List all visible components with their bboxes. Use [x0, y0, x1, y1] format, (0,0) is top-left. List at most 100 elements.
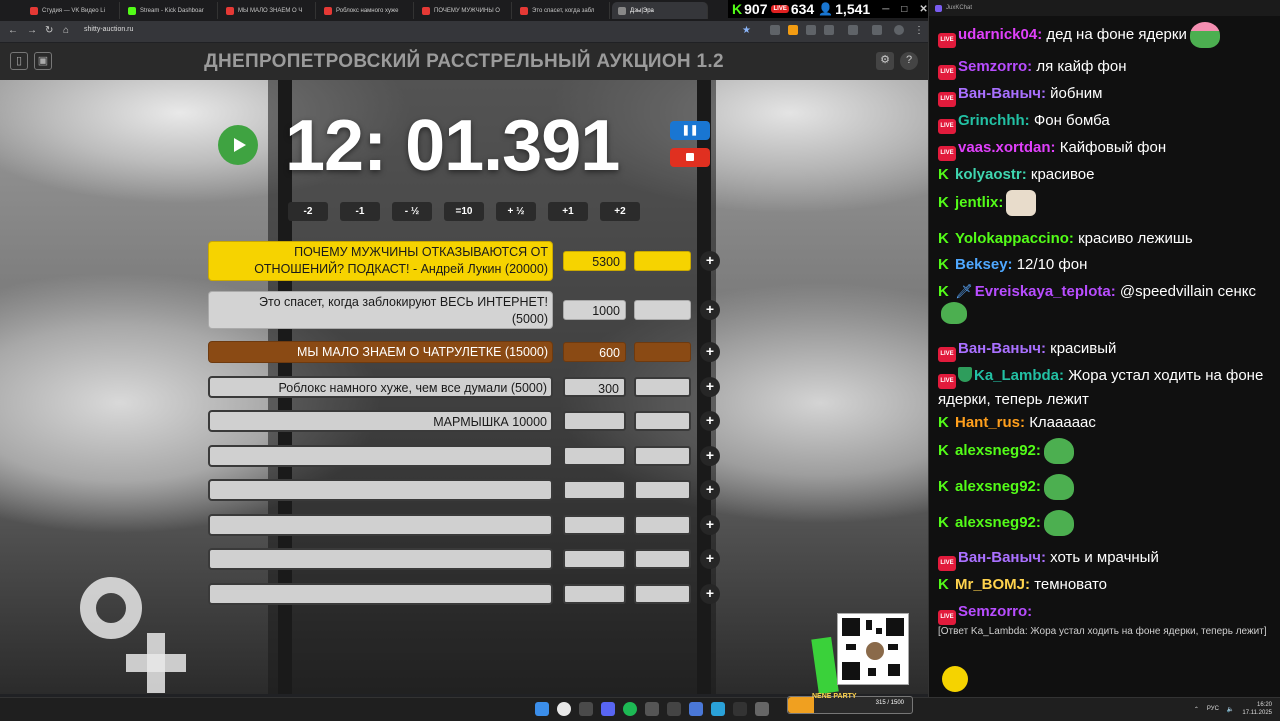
lot-amount-field[interactable]: 300: [563, 377, 626, 397]
maximize-icon[interactable]: □: [901, 4, 907, 15]
browser-tab[interactable]: Это спасет, когда забл: [514, 2, 610, 19]
lot-add-button[interactable]: +: [700, 342, 720, 362]
app-icon[interactable]: [755, 702, 769, 716]
lot-add-button[interactable]: +: [700, 515, 720, 535]
time-adjust-button[interactable]: -2: [288, 202, 328, 221]
lot-amount-field[interactable]: [563, 549, 626, 569]
chat-username[interactable]: Ka_Lambda:: [974, 367, 1064, 384]
lot-name-field[interactable]: МАРМЫШКА 10000: [208, 410, 553, 432]
extensions-puzzle-icon[interactable]: [824, 25, 834, 35]
chat-username[interactable]: Ван-Ваныч:: [958, 549, 1046, 566]
downloads-icon[interactable]: [848, 25, 858, 35]
extension-icon[interactable]: [806, 25, 816, 35]
lot-add-button[interactable]: +: [700, 549, 720, 569]
help-icon[interactable]: ?: [900, 52, 918, 70]
telegram-icon[interactable]: [711, 702, 725, 716]
lot-add-button[interactable]: +: [700, 480, 720, 500]
browser-tab[interactable]: МЫ МАЛО ЗНАЕМ О Ч: [220, 2, 316, 19]
lot-amount-field[interactable]: [563, 446, 626, 466]
pause-button[interactable]: ❚❚: [670, 121, 710, 140]
lot-add-amount-field[interactable]: [634, 549, 691, 569]
home-icon[interactable]: ⌂: [63, 25, 69, 37]
lot-add-amount-field[interactable]: [634, 300, 691, 320]
lot-add-button[interactable]: +: [700, 300, 720, 320]
time-adjust-button[interactable]: - ½: [392, 202, 432, 221]
lot-amount-field[interactable]: [563, 584, 626, 604]
chat-username[interactable]: kolyaostr:: [955, 166, 1027, 183]
lot-name-field[interactable]: Это спасет, когда заблокируют ВЕСЬ ИНТЕР…: [208, 291, 553, 329]
chat-username[interactable]: Beksey:: [955, 256, 1013, 273]
back-icon[interactable]: ←: [8, 25, 18, 37]
chat-username[interactable]: alexsneg92:: [955, 478, 1041, 495]
app-icon[interactable]: [689, 702, 703, 716]
forward-icon[interactable]: →: [27, 25, 37, 37]
play-button[interactable]: [218, 125, 258, 165]
lot-add-amount-field[interactable]: [634, 251, 691, 271]
discord-icon[interactable]: [601, 702, 615, 716]
lot-amount-field[interactable]: 1000: [563, 300, 626, 320]
clock[interactable]: 16:20 17.11.2025: [1242, 701, 1272, 717]
close-icon[interactable]: ✕: [919, 4, 927, 15]
lot-add-amount-field[interactable]: [634, 377, 691, 397]
lot-name-field[interactable]: Роблокс намного хуже, чем все думали (50…: [208, 376, 553, 398]
lot-name-field[interactable]: [208, 514, 553, 536]
lot-amount-field[interactable]: [563, 411, 626, 431]
chrome-icon[interactable]: [557, 702, 571, 716]
browser-tab[interactable]: Роблокс намного хуже: [318, 2, 414, 19]
time-adjust-button[interactable]: +2: [600, 202, 640, 221]
lot-name-field[interactable]: [208, 583, 553, 605]
lot-add-amount-field[interactable]: [634, 342, 691, 362]
chat-username[interactable]: Semzorro:: [958, 603, 1032, 620]
chat-username[interactable]: alexsneg92:: [955, 514, 1041, 531]
lot-name-field[interactable]: [208, 445, 553, 467]
time-adjust-button[interactable]: =10: [444, 202, 484, 221]
lot-amount-field[interactable]: 600: [563, 342, 626, 362]
lot-add-amount-field[interactable]: [634, 411, 691, 431]
time-adjust-button[interactable]: + ½: [496, 202, 536, 221]
app-icon[interactable]: [645, 702, 659, 716]
profile-icon[interactable]: [894, 25, 904, 35]
address-bar[interactable]: shitty-auction.ru: [84, 26, 133, 33]
lot-add-button[interactable]: +: [700, 584, 720, 604]
time-adjust-button[interactable]: -1: [340, 202, 380, 221]
stop-button[interactable]: [670, 148, 710, 167]
chat-username[interactable]: Ван-Ваныч:: [958, 340, 1046, 357]
app-icon[interactable]: [667, 702, 681, 716]
chat-username[interactable]: Ван-Ваныч:: [958, 85, 1046, 102]
browser-tab[interactable]: ПОЧЕМУ МУЖЧИНЫ О: [416, 2, 512, 19]
tray-chevron-icon[interactable]: ⌃: [1194, 706, 1199, 713]
bookmark-star-icon[interactable]: ★: [742, 25, 751, 37]
chat-username[interactable]: Semzorro:: [958, 58, 1032, 75]
lot-name-field[interactable]: [208, 548, 553, 570]
chat-username[interactable]: vaas.xortdan:: [958, 139, 1056, 156]
lot-add-amount-field[interactable]: [634, 584, 691, 604]
lot-add-amount-field[interactable]: [634, 480, 691, 500]
settings-gear-icon[interactable]: ⚙: [876, 52, 894, 70]
chat-username[interactable]: Mr_BOMJ:: [955, 576, 1030, 593]
extension-icon[interactable]: [788, 25, 798, 35]
lot-name-field[interactable]: [208, 479, 553, 501]
browser-tab[interactable]: Дзы|Эра: [612, 2, 708, 19]
lot-add-amount-field[interactable]: [634, 515, 691, 535]
browser-tab[interactable]: Stream - Kick Dashboar: [122, 2, 218, 19]
lot-name-field[interactable]: МЫ МАЛО ЗНАЕМ О ЧАТРУЛЕТКЕ (15000): [208, 341, 553, 363]
minimize-icon[interactable]: ─: [882, 4, 889, 15]
chat-username[interactable]: Evreiskaya_teplota:: [975, 283, 1116, 300]
chat-username[interactable]: Grinchhh:: [958, 112, 1030, 129]
lot-amount-field[interactable]: [563, 480, 626, 500]
spotify-icon[interactable]: [623, 702, 637, 716]
lot-add-button[interactable]: +: [700, 411, 720, 431]
lot-add-amount-field[interactable]: [634, 446, 691, 466]
language-indicator[interactable]: РУС: [1207, 706, 1219, 712]
menu-icon[interactable]: ⋮: [914, 25, 924, 37]
chat-username[interactable]: Yolokappaccino:: [955, 230, 1074, 247]
start-icon[interactable]: [535, 702, 549, 716]
lot-add-button[interactable]: +: [700, 251, 720, 271]
lot-name-field[interactable]: ПОЧЕМУ МУЖЧИНЫ ОТКАЗЫВАЮТСЯ ОТ ОТНОШЕНИЙ…: [208, 241, 553, 281]
app-icon[interactable]: [733, 702, 747, 716]
chat-username[interactable]: Hant_rus:: [955, 414, 1025, 431]
reload-icon[interactable]: ↻: [45, 25, 53, 37]
time-adjust-button[interactable]: +1: [548, 202, 588, 221]
sidebar-icon[interactable]: [872, 25, 882, 35]
app-icon[interactable]: [579, 702, 593, 716]
